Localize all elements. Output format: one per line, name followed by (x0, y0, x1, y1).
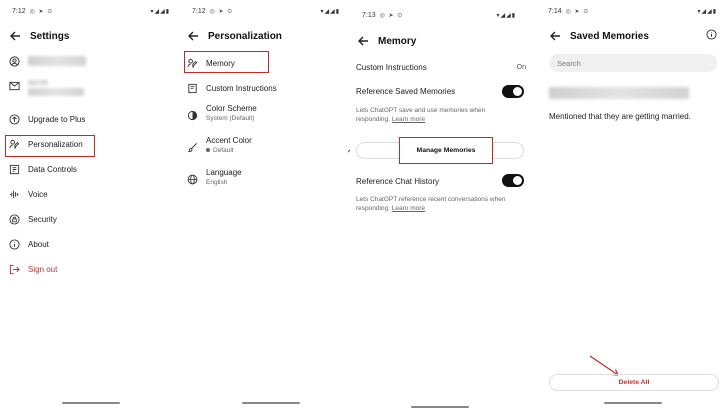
personalization-item-color-scheme[interactable]: Color Scheme System (Default) (186, 104, 257, 122)
status-right-icons: ▾◢◢▮ (697, 8, 717, 15)
settings-item-security[interactable]: Security (8, 213, 57, 225)
settings-screen: 7:12 ◎ ➤ ⊙ ▾◢◢▮ Settings Upgrade to Plus (0, 0, 178, 408)
saved-memories-screen: 7:14 ◎ ➤ ⊙ ▾◢◢▮ Saved Memories Search Me… (538, 0, 725, 408)
home-indicator[interactable] (62, 402, 120, 404)
custom-instructions-label: Custom Instructions (356, 63, 427, 72)
data-controls-icon (8, 163, 20, 175)
color-scheme-label: Color Scheme (206, 104, 257, 113)
status-time: 7:14 (548, 7, 562, 15)
settings-item-label: Voice (28, 189, 48, 199)
back-arrow-icon[interactable] (356, 34, 370, 48)
mail-icon (8, 80, 20, 92)
redacted-memory (549, 87, 689, 99)
email-row[interactable] (8, 80, 84, 96)
settings-item-label: Data Controls (28, 164, 77, 174)
status-left-icons: ◎ ➤ ⊙ (209, 8, 234, 15)
accent-color-value: Default (213, 147, 234, 154)
accent-color-label: Accent Color (206, 136, 252, 145)
status-bar: 7:12 ◎ ➤ ⊙ ▾◢◢▮ (12, 5, 170, 17)
status-right-icons: ▾◢◢▮ (496, 12, 516, 19)
learn-more-link[interactable]: Learn more (392, 205, 425, 212)
brush-icon (186, 141, 198, 153)
settings-item-label: Security (28, 214, 57, 224)
custom-instructions-row[interactable]: Custom Instructions On (356, 63, 526, 72)
status-time: 7:12 (192, 7, 206, 15)
home-indicator[interactable] (242, 402, 300, 404)
personalization-item-accent-color[interactable]: Accent Color Default (186, 136, 252, 154)
settings-item-upgrade[interactable]: Upgrade to Plus (8, 113, 85, 125)
account-icon (8, 55, 20, 67)
page-title: Memory (378, 35, 417, 47)
reference-chat-history-toggle[interactable] (502, 174, 524, 187)
personalization-header: Personalization (186, 28, 340, 44)
back-arrow-icon[interactable] (548, 29, 562, 43)
reference-chat-desc-text: Lets ChatGPT reference recent conversati… (356, 196, 506, 212)
status-time: 7:12 (12, 7, 26, 15)
page-title: Settings (30, 30, 70, 42)
account-row[interactable] (8, 55, 86, 67)
home-indicator[interactable] (604, 402, 662, 404)
about-icon (8, 238, 20, 250)
voice-icon (8, 188, 20, 200)
color-scheme-value: System (Default) (206, 115, 255, 122)
personalization-screen: 7:12 ◎ ➤ ⊙ ▾◢◢▮ Personalization Memory C… (178, 0, 348, 408)
color-scheme-icon (186, 109, 198, 121)
reference-saved-memories-toggle[interactable] (502, 85, 524, 98)
highlight-box (5, 135, 95, 157)
personalization-item-language[interactable]: Language English (186, 168, 242, 186)
reference-chat-history-label: Reference Chat History (356, 177, 440, 186)
status-bar: 7:12 ◎ ➤ ⊙ ▾◢◢▮ (192, 5, 340, 17)
memory-item-text: Mentioned that they are getting married. (549, 112, 691, 121)
status-right-icons: ▾◢◢▮ (150, 8, 170, 15)
memory-screen: 7:13 ◎ ➤ ⊙ ▾◢◢▮ Memory Custom Instructio… (348, 0, 538, 408)
search-input[interactable]: Search (549, 54, 717, 72)
status-left-icons: ◎ ➤ ⊙ (29, 8, 54, 15)
language-value: English (206, 179, 228, 186)
highlight-box (184, 51, 269, 73)
page-title: Saved Memories (570, 30, 649, 42)
redacted-email (28, 88, 84, 96)
globe-icon (186, 173, 198, 185)
status-left-icons: ◎ ➤ ⊙ (565, 8, 590, 15)
redacted-email-label (28, 80, 48, 85)
security-icon (8, 213, 20, 225)
manage-memories-label[interactable]: Manage Memories (399, 137, 493, 164)
back-arrow-icon[interactable] (186, 29, 200, 43)
status-bar: 7:14 ◎ ➤ ⊙ ▾◢◢▮ (548, 5, 717, 17)
personalization-item-custom-instructions[interactable]: Custom Instructions (186, 82, 277, 94)
settings-item-data-controls[interactable]: Data Controls (8, 163, 77, 175)
reference-saved-desc: Lets ChatGPT save and use memories when … (356, 106, 516, 124)
sign-out-icon (8, 263, 20, 275)
custom-instructions-label: Custom Instructions (206, 83, 277, 93)
book-icon (186, 82, 198, 94)
settings-item-sign-out[interactable]: Sign out (8, 263, 57, 275)
settings-item-voice[interactable]: Voice (8, 188, 48, 200)
status-time: 7:13 (362, 11, 376, 19)
sign-out-label: Sign out (28, 264, 58, 274)
status-left-icons: ◎ ➤ ⊙ (379, 12, 404, 19)
page-title: Personalization (208, 30, 282, 42)
delete-all-button[interactable]: Delete All (549, 374, 719, 391)
memory-header: Memory (356, 33, 530, 49)
accent-dot-icon (206, 148, 210, 153)
back-arrow-icon[interactable] (8, 29, 22, 43)
reference-chat-desc: Lets ChatGPT reference recent conversati… (356, 195, 516, 213)
settings-item-about[interactable]: About (8, 238, 49, 250)
info-icon[interactable] (706, 27, 717, 45)
settings-header: Settings (8, 28, 170, 44)
status-bar: 7:13 ◎ ➤ ⊙ ▾◢◢▮ (362, 9, 530, 21)
redacted-account-name (28, 56, 86, 66)
settings-item-label: Upgrade to Plus (28, 114, 86, 124)
learn-more-link[interactable]: Learn more (392, 116, 425, 123)
settings-item-label: About (28, 239, 49, 249)
saved-memories-header: Saved Memories (548, 28, 717, 44)
upgrade-icon (8, 113, 20, 125)
status-right-icons: ▾◢◢▮ (320, 8, 340, 15)
reference-saved-memories-label: Reference Saved Memories (356, 87, 456, 96)
custom-instructions-value: On (516, 64, 526, 71)
chevron-down-icon[interactable] (348, 143, 351, 161)
language-label: Language (206, 168, 242, 177)
